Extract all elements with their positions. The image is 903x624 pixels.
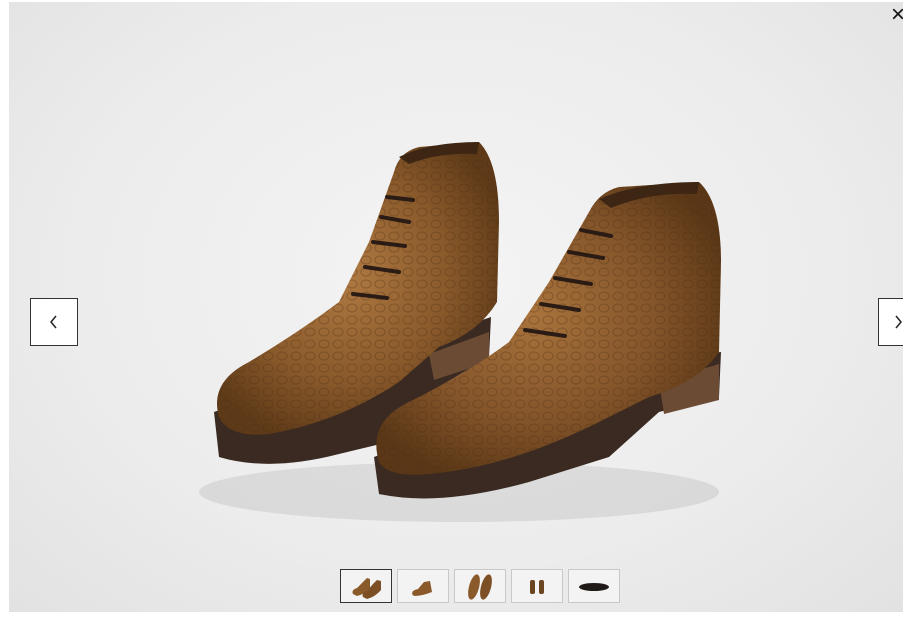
image-viewer <box>9 2 903 612</box>
thumbnail-single-side[interactable] <box>397 569 449 603</box>
thumbnail-pair-angled[interactable] <box>340 569 392 603</box>
chevron-left-icon <box>50 315 57 329</box>
main-product-image <box>199 142 721 522</box>
next-image-button[interactable] <box>878 298 903 346</box>
chevron-right-icon <box>895 315 902 329</box>
thumbnail-sole-bottom[interactable] <box>568 569 620 603</box>
close-icon[interactable]: × <box>889 3 903 27</box>
previous-image-button[interactable] <box>30 298 78 346</box>
thumbnail-pair-top[interactable] <box>454 569 506 603</box>
thumbnail-strip <box>340 569 620 603</box>
thumbnail-pair-back[interactable] <box>511 569 563 603</box>
